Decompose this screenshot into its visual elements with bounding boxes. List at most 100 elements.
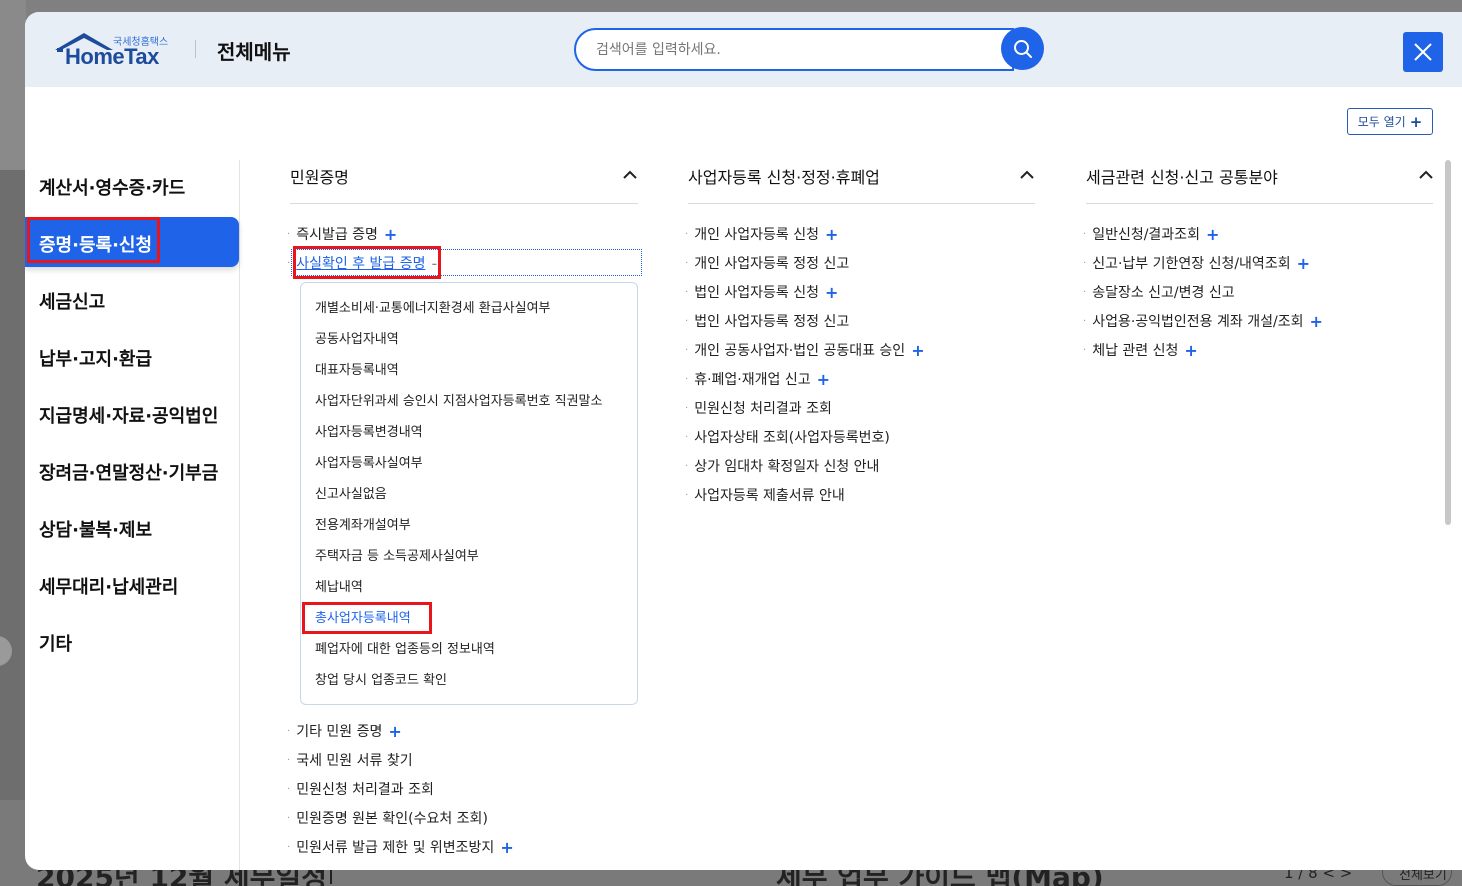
- menu-item-label: 사업자상태 조회(사업자등록번호): [694, 430, 890, 446]
- menu-item-corporate-registration[interactable]: · 법인 사업자등록 신청 +: [685, 282, 838, 302]
- menu-item-label: 개인 공동사업자·법인 공동대표 승인: [694, 343, 906, 359]
- search-input[interactable]: [574, 28, 1014, 71]
- submenu-item[interactable]: 체납내역: [315, 576, 363, 595]
- column-divider: [1086, 203, 1433, 204]
- submenu-item[interactable]: 사업자등록사실여부: [315, 452, 423, 471]
- submenu-item[interactable]: 대표자등록내역: [315, 359, 399, 378]
- close-button[interactable]: [1403, 32, 1443, 72]
- submenu-item[interactable]: 사업자등록변경내역: [315, 421, 423, 440]
- submenu-item[interactable]: 폐업자에 대한 업종등의 정보내역: [315, 638, 495, 657]
- menu-item-joint-approval[interactable]: · 개인 공동사업자·법인 공동대표 승인 +: [685, 340, 925, 360]
- bullet-icon: ·: [685, 489, 689, 501]
- sidebar-item-tax-agent[interactable]: 세무대리·납세관리: [39, 573, 178, 599]
- sidebar-item-incentives[interactable]: 장려금·연말정산·기부금: [39, 459, 218, 485]
- menu-item-delivery-address[interactable]: · 송달장소 신고/변경 신고: [1083, 282, 1235, 302]
- sidebar-item-receipts[interactable]: 계산서·영수증·카드: [39, 174, 185, 200]
- submenu-list: 개별소비세·교통에너지환경세 환급사실여부 공동사업자내역 대표자등록내역 사업…: [300, 282, 638, 705]
- open-all-label: 모두 열기: [1357, 115, 1406, 129]
- highlight-box: [302, 602, 432, 634]
- sidebar-item-statements[interactable]: 지급명세·자료·공익법인: [39, 402, 218, 428]
- column-title-business-registration[interactable]: 사업자등록 신청·정정·휴폐업: [688, 164, 880, 188]
- submenu-item[interactable]: 개별소비세·교통에너지환경세 환급사실여부: [315, 297, 551, 316]
- submenu-item[interactable]: 주택자금 등 소득공제사실여부: [315, 545, 479, 564]
- menu-item-label: 법인 사업자등록 정정 신고: [694, 314, 850, 330]
- bullet-icon: ·: [1083, 286, 1087, 298]
- menu-item-business-account[interactable]: · 사업용·공익법인전용 계좌 개설/조회 +: [1083, 311, 1323, 331]
- menu-item-corporate-correction[interactable]: · 법인 사업자등록 정정 신고: [685, 311, 849, 331]
- plus-icon: +: [825, 282, 839, 302]
- menu-item-other-certificate[interactable]: · 기타 민원 증명 +: [287, 721, 402, 741]
- menu-item-result-inquiry[interactable]: · 민원신청 처리결과 조회: [685, 398, 832, 418]
- plus-icon: +: [825, 224, 839, 244]
- backdrop-left-upper: [0, 0, 26, 170]
- menu-item-find-documents[interactable]: · 국세 민원 서류 찾기: [287, 750, 413, 770]
- chevron-up-icon[interactable]: [1020, 170, 1034, 180]
- scrollbar[interactable]: [1445, 160, 1451, 525]
- menu-item-instant-certificate[interactable]: · 즉시발급 증명 +: [287, 224, 397, 244]
- column-title-common-applications[interactable]: 세금관련 신청·신고 공통분야: [1086, 164, 1278, 188]
- submenu-item[interactable]: 창업 당시 업종코드 확인: [315, 669, 447, 688]
- menu-item-individual-correction[interactable]: · 개인 사업자등록 정정 신고: [685, 253, 849, 273]
- submenu-item[interactable]: 신고사실없음: [315, 483, 387, 502]
- menu-item-arrears-application[interactable]: · 체납 관련 신청 +: [1083, 340, 1198, 360]
- sidebar-item-payment[interactable]: 납부·고지·환급: [39, 345, 152, 371]
- submenu-item[interactable]: 전용계좌개설여부: [315, 514, 411, 533]
- menu-item-closure-report[interactable]: · 휴·폐업·재개업 신고 +: [685, 369, 830, 389]
- menu-item-label: 민원증명 원본 확인(수요처 조회): [296, 811, 488, 827]
- bullet-icon: ·: [287, 228, 291, 240]
- page-title: 전체메뉴: [217, 40, 291, 64]
- plus-icon: +: [383, 224, 398, 244]
- menu-item-status-inquiry[interactable]: · 사업자상태 조회(사업자등록번호): [685, 427, 890, 447]
- menu-item-label: 사업용·공익법인전용 계좌 개설/조회: [1092, 314, 1304, 330]
- chevron-up-icon[interactable]: [623, 170, 637, 180]
- plus-icon: +: [388, 721, 402, 741]
- search-button[interactable]: [1001, 27, 1044, 70]
- submenu-item[interactable]: 공동사업자내역: [315, 328, 399, 347]
- bullet-icon: ·: [287, 754, 291, 766]
- column-divider: [290, 203, 638, 204]
- bullet-icon: ·: [685, 286, 689, 298]
- plus-icon: +: [500, 837, 514, 857]
- bullet-icon: ·: [1083, 228, 1087, 240]
- bullet-icon: ·: [287, 257, 291, 269]
- menu-item-label: 즉시발급 증명: [296, 227, 378, 243]
- highlight-box: [27, 217, 160, 263]
- sidebar-item-consultation[interactable]: 상담·불복·제보: [39, 516, 152, 542]
- bullet-icon: ·: [685, 402, 689, 414]
- menu-item-general-application[interactable]: · 일반신청/결과조회 +: [1083, 224, 1219, 244]
- menu-item-label: 개인 사업자등록 신청: [694, 227, 820, 243]
- menu-item-label: 사업자등록 제출서류 안내: [694, 488, 845, 504]
- chevron-up-icon[interactable]: [1419, 170, 1433, 180]
- bullet-icon: ·: [1083, 344, 1087, 356]
- bullet-icon: ·: [685, 257, 689, 269]
- bullet-icon: ·: [287, 841, 291, 853]
- open-all-button[interactable]: 모두 열기 +: [1347, 108, 1433, 135]
- full-menu-modal: 국세청홈택스 HomeTax 전체메뉴 모두 열기 + 계산서·영수증·카드 증…: [25, 12, 1462, 870]
- submenu-item[interactable]: 사업자단위과세 승인시 지점사업자등록번호 직권말소: [315, 390, 602, 409]
- menu-item-deadline-extension[interactable]: · 신고·납부 기한연장 신청/내역조회 +: [1083, 253, 1310, 273]
- bullet-icon: ·: [685, 228, 689, 240]
- menu-item-lease-date-guide[interactable]: · 상가 임대차 확정일자 신청 안내: [685, 456, 879, 476]
- menu-item-individual-registration[interactable]: · 개인 사업자등록 신청 +: [685, 224, 838, 244]
- hometax-logo[interactable]: 국세청홈택스 HomeTax: [53, 30, 177, 72]
- header-divider: [195, 40, 196, 58]
- menu-item-documents-guide[interactable]: · 사업자등록 제출서류 안내: [685, 485, 845, 505]
- bullet-icon: ·: [685, 373, 689, 385]
- plus-icon: +: [816, 369, 830, 389]
- search-icon: [1013, 39, 1032, 58]
- column-divider: [688, 203, 1035, 204]
- menu-item-label: 개인 사업자등록 정정 신고: [694, 256, 850, 272]
- plus-icon: +: [1309, 311, 1323, 331]
- menu-item-issuance-restriction[interactable]: · 민원서류 발급 제한 및 위변조방지 +: [287, 837, 514, 857]
- sidebar-item-etc[interactable]: 기타: [39, 630, 72, 656]
- bullet-icon: ·: [287, 812, 291, 824]
- menu-item-label: 민원신청 처리결과 조회: [296, 782, 434, 798]
- close-icon: [1414, 43, 1432, 61]
- menu-item-original-check[interactable]: · 민원증명 원본 확인(수요처 조회): [287, 808, 488, 828]
- column-title-civil-certificates[interactable]: 민원증명: [290, 164, 349, 188]
- plus-icon: +: [911, 340, 925, 360]
- menu-item-result-inquiry[interactable]: · 민원신청 처리결과 조회: [287, 779, 434, 799]
- modal-header: 국세청홈택스 HomeTax 전체메뉴: [25, 12, 1462, 87]
- bullet-icon: ·: [287, 783, 291, 795]
- sidebar-item-tax-report[interactable]: 세금신고: [39, 288, 105, 314]
